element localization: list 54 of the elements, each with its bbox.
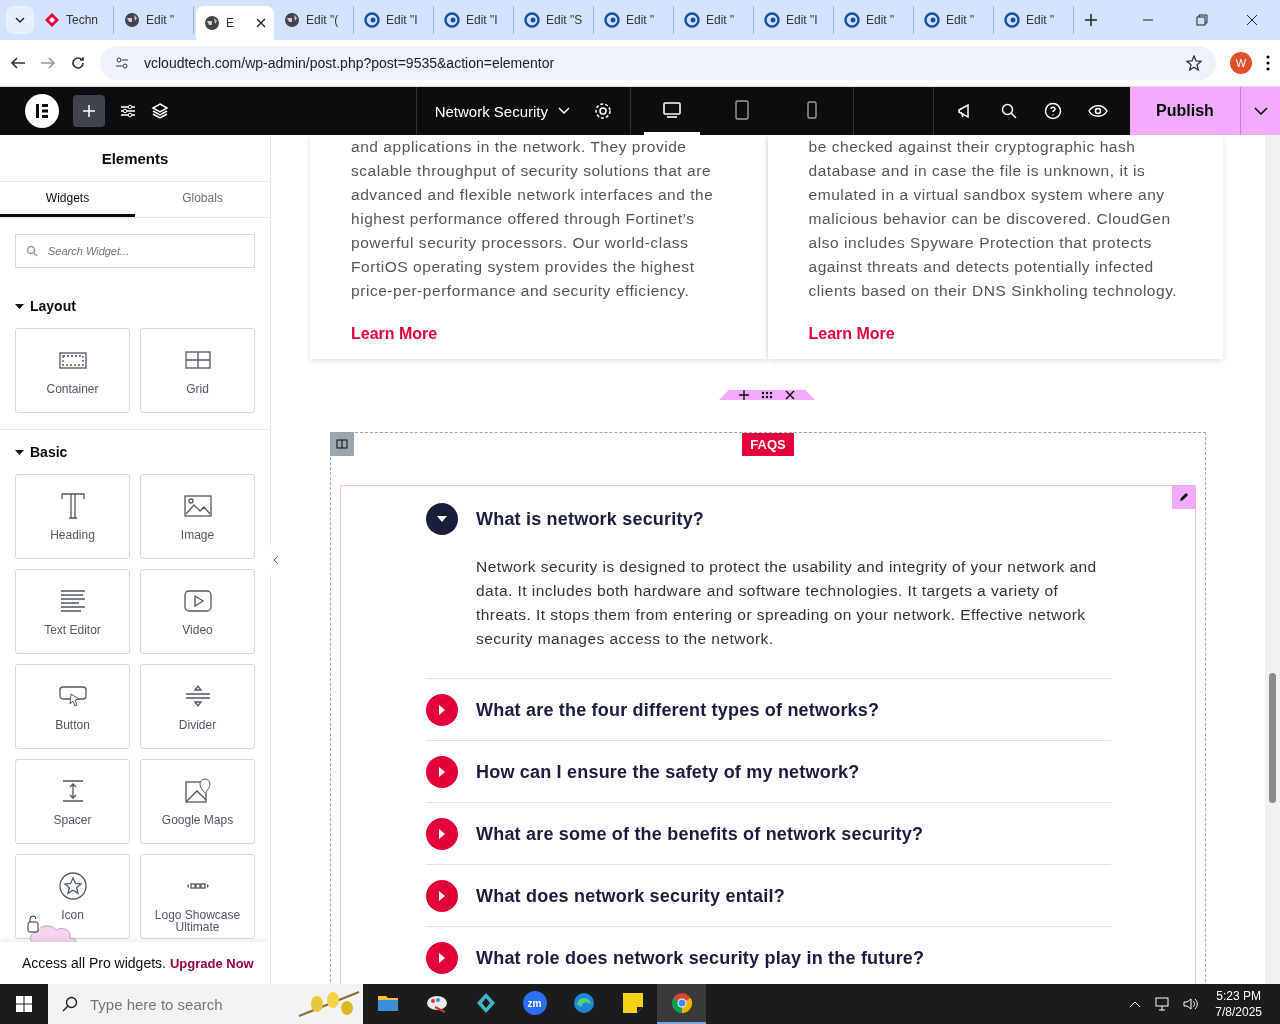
widget-tile[interactable]: Button <box>15 664 130 749</box>
faq-question[interactable]: What does network security entail? <box>426 880 1111 912</box>
faq-question[interactable]: What is network security? <box>426 503 1111 535</box>
faq-question[interactable]: What are the four different types of networks? <box>426 694 1111 726</box>
browser-tab[interactable]: Edit "S <box>516 6 594 34</box>
browser-tab[interactable]: Edit "( <box>276 6 354 34</box>
zoom-app-icon: zm <box>522 991 547 1015</box>
learn-more-link[interactable]: Learn More <box>351 325 438 343</box>
card-text: be checked against their cryptographic hash database and in case the file is unknown, it is emulated in a virtual sandbox system where any malicious behavior can be discovered. CloudGen also includes Spyware Protection that protects against threats and detects potentially infected clients based on their DNS Sinkholing technology. <box>808 137 1179 301</box>
promo-text: Access all Pro widgets. <box>22 955 166 971</box>
taskbar-search-field[interactable]: Type here to search <box>88 994 268 1014</box>
panel-tab[interactable]: Widgets <box>0 182 135 217</box>
learn-more-link[interactable]: Learn More <box>808 325 895 343</box>
widget-tile[interactable]: Image <box>140 474 255 559</box>
category-header[interactable]: Layout <box>15 284 255 328</box>
widget-tile[interactable]: Text Editor <box>15 569 130 654</box>
search-box[interactable]: Search Widget... <box>15 234 255 268</box>
publish-button[interactable]: Publish <box>1130 87 1240 135</box>
widget-tile[interactable]: Grid <box>140 328 255 413</box>
faq-question[interactable]: What role does network security play in the future? <box>426 942 1111 974</box>
widget-tile[interactable]: Heading <box>15 474 130 559</box>
card-text: and applications in the network. They provide scalable throughput of security solutions that are advanced and flexible network interfaces and the highest performance offered through Fortinet’s powerful security processors. Our world-class FortiOS operating system provides the highest price-per-performance and security efficiency. <box>351 137 715 301</box>
browser-tab[interactable]: Edit " <box>916 6 994 34</box>
faq-question[interactable]: What are some of the benefits of network security? <box>426 818 1111 850</box>
browser-tab[interactable]: Edit " <box>596 6 674 34</box>
address-bar[interactable]: vcloudtech.com/wp-admin/post.php?post=9535&action=elementor <box>100 46 1216 80</box>
widget-tile[interactable]: Google Maps <box>140 759 255 844</box>
browser-tab[interactable]: Edit " <box>996 6 1074 34</box>
section-tag: FAQS <box>742 433 794 456</box>
widget-tile[interactable]: Container <box>15 328 130 413</box>
profile-avatar[interactable]: W <box>1230 52 1252 74</box>
url-text: vcloudtech.com/wp-admin/post.php?post=9535&action=elementor <box>144 55 556 71</box>
browser-tab[interactable]: Edit " <box>836 6 914 34</box>
widget-tile[interactable]: Video <box>140 569 255 654</box>
browser-tab[interactable]: Edit "I <box>356 6 434 34</box>
panel-tab[interactable]: Globals <box>135 182 270 217</box>
taskbar-search-box[interactable]: Type here to search <box>48 984 363 1024</box>
browser-tab[interactable]: Techn <box>36 6 114 34</box>
browser-tab[interactable]: Edit "I <box>756 6 834 34</box>
widget-tile[interactable]: Logo Showcase Ultimate <box>140 854 255 939</box>
widget-tile[interactable]: Spacer <box>15 759 130 844</box>
browser-tab[interactable]: Edit " <box>676 6 754 34</box>
faq-answer: Network security is designed to protect the usability and integrity of your network and data. It includes both hardware and software technologies. It targets a variety of threats. It stops them from entering or spreading on your network. Effective network security manages access to the network. <box>476 557 1098 649</box>
page-title-dropdown[interactable]: Network Security <box>434 102 570 120</box>
panel-title: Elements <box>0 135 270 182</box>
taskbar-app[interactable]: zm <box>510 984 559 1024</box>
faq-question[interactable]: How can I ensure the safety of my network? <box>426 756 1111 788</box>
widget-tile[interactable]: Divider <box>140 664 255 749</box>
browser-tab[interactable]: Edit " <box>116 6 194 34</box>
upgrade-link[interactable]: Upgrade Now <box>169 955 254 971</box>
browser-tab[interactable]: E <box>196 6 274 40</box>
browser-tab[interactable]: Edit "I <box>436 6 514 34</box>
clock[interactable]: 5:23 PM 7/8/2025 <box>1205 988 1272 1020</box>
category-header[interactable]: Basic <box>15 430 255 474</box>
